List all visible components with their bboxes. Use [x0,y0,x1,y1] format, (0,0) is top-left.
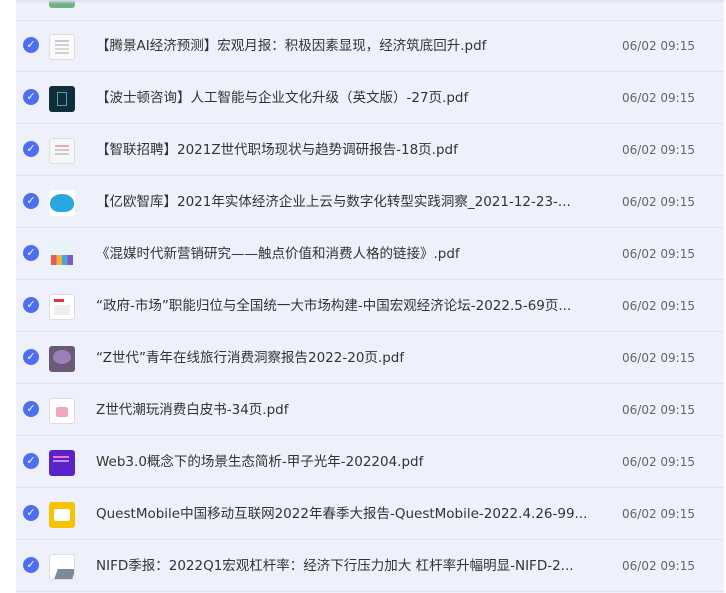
report-thumbnail-icon [49,294,75,320]
file-name: Z世代潮玩消费白皮书-34页.pdf [96,402,289,418]
file-time: 06/02 09:15 [622,39,695,53]
checked-icon[interactable]: ✓ [23,193,39,209]
checked-icon[interactable]: ✓ [23,349,39,365]
list-item[interactable]: ✓ 《混媒时代新营销研究——触点价值和消费人格的链接》.pdf 06/02 09… [16,229,724,280]
chart-thumbnail-icon [49,554,75,580]
list-item[interactable]: ✓ QuestMobile中国移动互联网2022年春季大报告-QuestMobi… [16,489,724,540]
illustration-thumbnail-icon [49,398,75,424]
list-item[interactable]: ✓ Web3.0概念下的场景生态简析-甲子光年-202204.pdf 06/02… [16,437,724,488]
checked-icon[interactable]: ✓ [23,505,39,521]
file-time: 06/02 09:15 [622,91,695,105]
dark-cover-thumbnail-icon [49,86,75,112]
file-time: 06/02 09:15 [622,351,695,365]
list-item[interactable]: ✓ NIFD季报：2022Q1宏观杠杆率：经济下行压力加大 杠杆率升幅明显-NI… [16,541,724,592]
file-name: 【智联招聘】2021Z世代职场现状与趋势调研报告-18页.pdf [96,142,458,158]
top-shadow [16,0,724,4]
file-name: Web3.0概念下的场景生态简析-甲子光年-202204.pdf [96,454,424,470]
file-time: 06/02 09:15 [622,507,695,521]
checked-icon[interactable]: ✓ [23,557,39,573]
checked-icon[interactable]: ✓ [23,245,39,261]
checked-icon[interactable]: ✓ [23,141,39,157]
file-time: 06/02 09:15 [622,143,695,157]
checked-icon[interactable]: ✓ [23,89,39,105]
checked-icon[interactable]: ✓ [23,297,39,313]
cloud-thumbnail-icon [49,190,75,216]
file-list: ✓ 【腾景AI经济预测】宏观月报：积极因素显现，经济筑底回升.pdf 06/02… [16,0,724,593]
file-name: 《混媒时代新营销研究——触点价值和消费人格的链接》.pdf [96,246,460,262]
file-time: 06/02 09:15 [622,403,695,417]
file-name: NIFD季报：2022Q1宏观杠杆率：经济下行压力加大 杠杆率升幅明显-NIFD… [96,558,574,574]
yellow-thumbnail-icon [49,502,75,528]
checked-icon[interactable]: ✓ [23,401,39,417]
file-time: 06/02 09:15 [622,195,695,209]
doc-thumbnail-icon [49,34,75,60]
file-name: 【波士顿咨询】人工智能与企业文化升级（英文版）-27页.pdf [96,90,469,106]
file-name: 【亿欧智库】2021年实体经济企业上云与数字化转型实践洞察_2021-12-23… [96,194,571,210]
file-name: “政府-市场”职能归位与全国统一大市场构建-中国宏观经济论坛-2022.5-69… [96,298,572,314]
checked-icon[interactable]: ✓ [23,37,39,53]
file-time: 06/02 09:15 [622,299,695,313]
list-item[interactable]: ✓ “Z世代”青年在线旅行消费洞察报告2022-20页.pdf 06/02 09… [16,333,724,384]
list-item[interactable]: ✓ 【腾景AI经济预测】宏观月报：积极因素显现，经济筑底回升.pdf 06/02… [16,21,724,72]
file-name: “Z世代”青年在线旅行消费洞察报告2022-20页.pdf [96,350,405,366]
file-name: 【腾景AI经济预测】宏观月报：积极因素显现，经济筑底回升.pdf [96,38,487,54]
list-item[interactable]: ✓ 【波士顿咨询】人工智能与企业文化升级（英文版）-27页.pdf 06/02 … [16,73,724,124]
file-time: 06/02 09:15 [622,247,695,261]
colorful-thumbnail-icon [49,242,75,268]
checked-icon[interactable]: ✓ [23,453,39,469]
photo-thumbnail-icon [49,346,75,372]
list-item[interactable]: ✓ 【智联招聘】2021Z世代职场现状与趋势调研报告-18页.pdf 06/02… [16,125,724,176]
report-thumbnail-icon [49,138,75,164]
list-item[interactable]: ✓ “政府-市场”职能归位与全国统一大市场构建-中国宏观经济论坛-2022.5-… [16,281,724,332]
list-item[interactable]: ✓ Z世代潮玩消费白皮书-34页.pdf 06/02 09:15 [16,385,724,436]
file-time: 06/02 09:15 [622,559,695,573]
file-time: 06/02 09:15 [622,455,695,469]
purple-thumbnail-icon [49,450,75,476]
list-item[interactable]: ✓ 【亿欧智库】2021年实体经济企业上云与数字化转型实践洞察_2021-12-… [16,177,724,228]
file-name: QuestMobile中国移动互联网2022年春季大报告-QuestMobile… [96,506,588,522]
